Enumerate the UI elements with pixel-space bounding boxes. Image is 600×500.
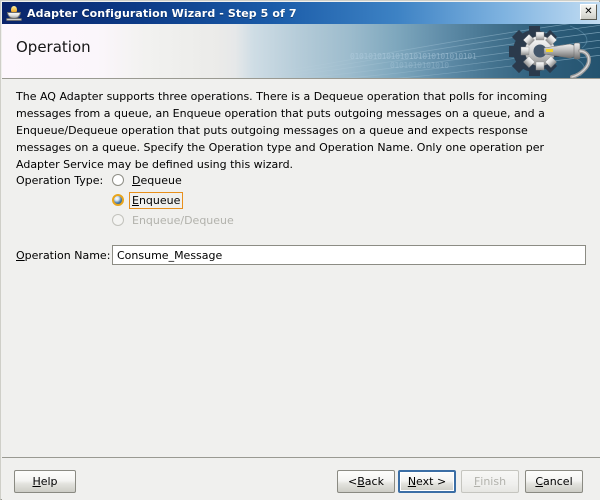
radio-dequeue[interactable]: Dequeue	[112, 170, 237, 190]
radio-enqueue-dequeue-mark	[112, 214, 124, 226]
radio-enqueue-mark[interactable]	[112, 194, 124, 206]
back-button-prefix: <	[348, 475, 358, 488]
operation-type-label-text: Operation Type:	[16, 174, 104, 187]
help-button-label: elp	[40, 475, 58, 488]
button-bar: Help < Back Next > Finish Cancel	[2, 458, 600, 500]
wizard-banner: Operation 0101010101010101010101010101 0…	[2, 24, 600, 78]
wizard-window: Adapter Configuration Wizard - Step 5 of…	[0, 0, 600, 500]
radio-enqueue-label-rest: nqueue	[138, 193, 181, 207]
operation-name-label-rest: peration Name:	[24, 249, 111, 262]
operation-name-input[interactable]	[112, 245, 586, 265]
finish-button: Finish	[461, 470, 519, 493]
back-button[interactable]: < Back	[337, 470, 395, 493]
banner-binary-row-1: 0101010101010101010101010101	[350, 52, 477, 61]
next-button[interactable]: Next >	[398, 470, 456, 493]
cancel-button[interactable]: Cancel	[525, 470, 583, 493]
title-bar: Adapter Configuration Wizard - Step 5 of…	[2, 2, 600, 24]
radio-enqueue-label[interactable]: Enqueue	[129, 191, 184, 209]
radio-enqueue-mnemonic: E	[132, 193, 139, 207]
cancel-button-mnemonic: C	[535, 475, 544, 488]
back-button-label: ack	[364, 475, 384, 488]
help-button[interactable]: Help	[14, 470, 76, 493]
operation-name-mnemonic: O	[16, 249, 25, 262]
coffee-cup-icon	[6, 5, 22, 21]
finish-button-label: inish	[480, 475, 507, 488]
next-button-label: ext >	[416, 475, 447, 488]
back-button-mnemonic: B	[357, 475, 365, 488]
window-title: Adapter Configuration Wizard - Step 5 of…	[27, 6, 297, 20]
cancel-button-label: ancel	[543, 475, 573, 488]
operation-name-label: Operation Name:	[16, 249, 110, 262]
radio-enqueue-dequeue: Enqueue/Dequeue	[112, 210, 237, 230]
radio-dequeue-label-rest: equeue	[140, 173, 182, 187]
radio-enqueue[interactable]: Enqueue	[112, 190, 237, 210]
next-button-mnemonic: N	[407, 475, 417, 488]
page-title: Operation	[16, 38, 91, 56]
help-button-mnemonic: H	[32, 475, 41, 488]
wizard-content: The AQ Adapter supports three operations…	[2, 79, 600, 457]
banner-binary-row-2: 0101010101010	[390, 61, 449, 70]
operation-type-radio-group: Dequeue Enqueue Enqueue/Dequeue	[112, 170, 237, 230]
radio-enqueue-dequeue-label: Enqueue/Dequeue	[132, 213, 234, 227]
gear-wrench-icon	[509, 26, 591, 78]
operation-type-label: Operation Type:	[16, 174, 103, 187]
radio-dequeue-mark[interactable]	[112, 174, 124, 186]
radio-dequeue-label[interactable]: Dequeue	[129, 172, 185, 189]
description-text: The AQ Adapter supports three operations…	[16, 90, 548, 171]
title-bar-buttons: ✕	[580, 4, 597, 20]
close-icon[interactable]: ✕	[580, 4, 597, 20]
